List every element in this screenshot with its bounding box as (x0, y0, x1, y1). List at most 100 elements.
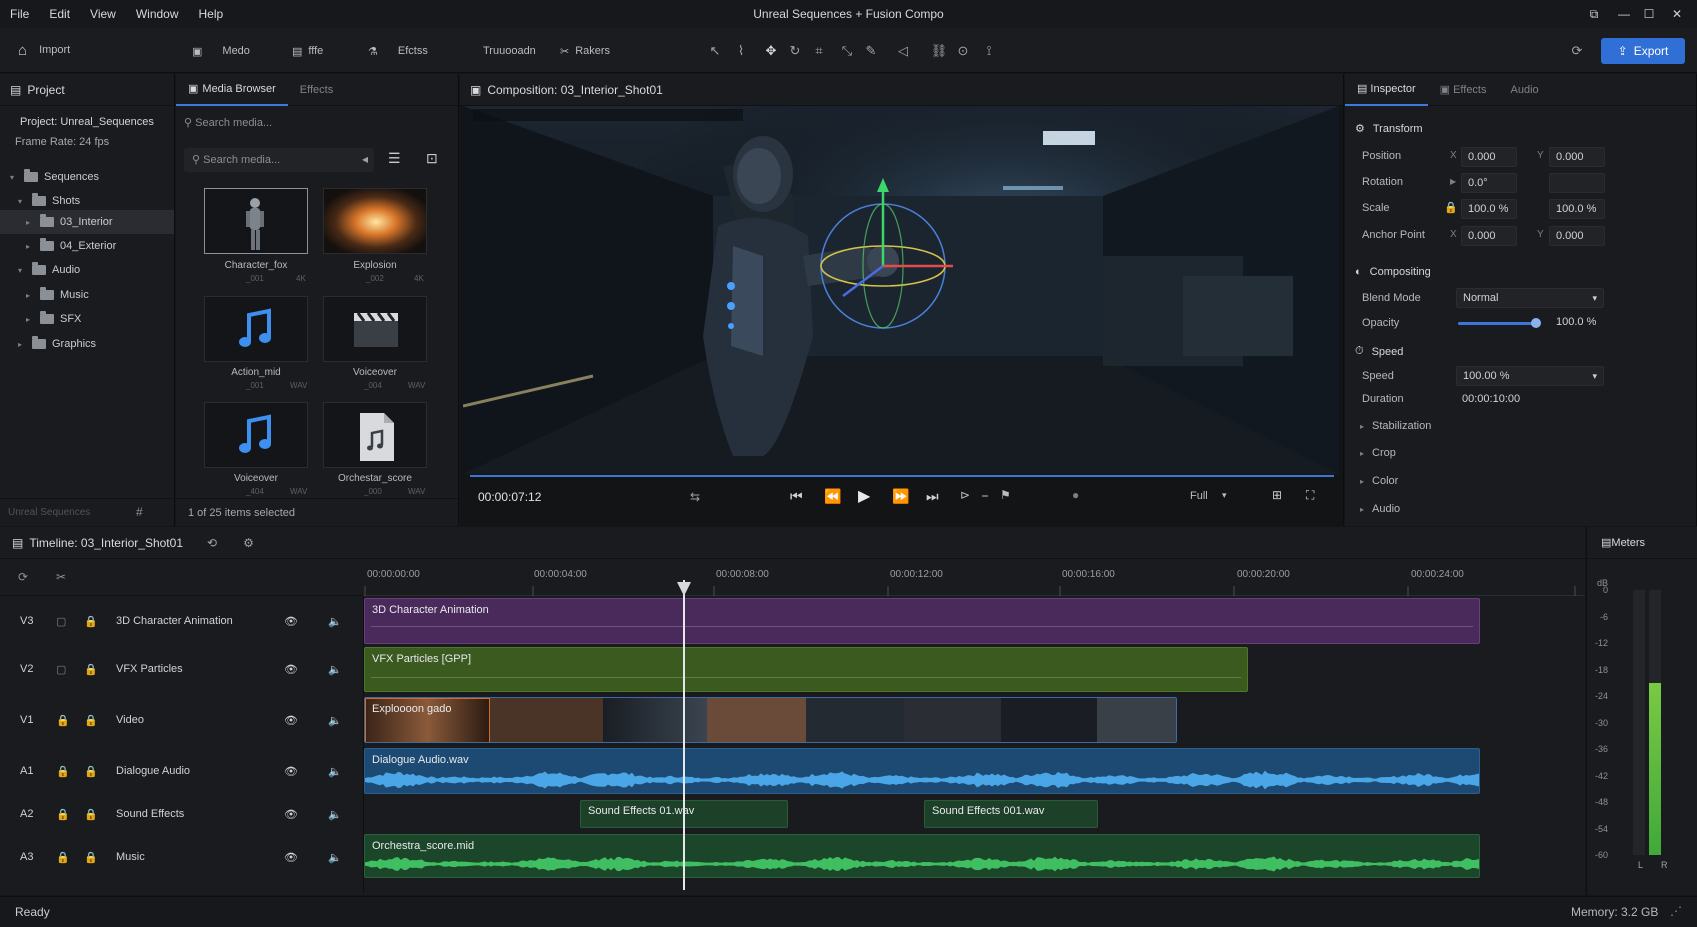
scale-y-field[interactable]: 100.0 % (1549, 199, 1605, 219)
speed-select[interactable]: 100.00 % ▾ (1456, 366, 1604, 386)
list-view-icon[interactable]: ☰ (388, 150, 401, 167)
transform-tool-button[interactable]: Truuooadn (483, 40, 536, 62)
speaker-icon[interactable]: 🔈 (328, 663, 342, 676)
play-icon[interactable]: ▶ (858, 486, 870, 506)
media-thumb-voiceover-2[interactable] (204, 402, 308, 468)
compositing-section[interactable]: ◐ Compositing (1355, 266, 1431, 278)
link-tool-icon[interactable]: ⛓ (930, 42, 948, 60)
skip-forward-icon[interactable]: ⏭ (926, 488, 939, 505)
opacity-field[interactable]: 100.0 % (1550, 313, 1606, 333)
tab-inspector-effects[interactable]: ▣ Effects (1428, 74, 1499, 106)
filter-icon[interactable]: ◂ (362, 152, 368, 166)
tree-item-03-interior[interactable]: ▸ 03_Interior (26, 211, 113, 233)
tree-item-04-exterior[interactable]: ▸ 04_Exterior (26, 235, 116, 257)
menu-window[interactable]: Window (126, 7, 189, 21)
track-toggle-icon[interactable]: ▢ (56, 615, 84, 628)
fast-forward-icon[interactable]: ⏩ (892, 488, 909, 505)
maximize-button[interactable]: ☐ (1638, 4, 1660, 24)
tree-item-sequences[interactable]: ▾ Sequences (10, 166, 99, 188)
markers-tool-button[interactable]: ✂ Rakers (560, 40, 610, 62)
position-x-field[interactable]: 0.000 (1461, 147, 1517, 167)
sync-icon[interactable]: ⟲ (207, 536, 217, 550)
lock-icon[interactable]: 🔒 (84, 808, 116, 821)
pen-tool-icon[interactable]: ✎ (862, 42, 880, 60)
media-thumb-explosion[interactable] (323, 188, 427, 254)
anchor-x-field[interactable]: 0.000 (1461, 226, 1517, 246)
color-section[interactable]: ▸ Color (1360, 475, 1398, 487)
menu-help[interactable]: Help (189, 7, 234, 21)
select-tool-icon[interactable]: ↖ (706, 42, 724, 60)
tree-item-shots[interactable]: ▾ Shots (18, 190, 80, 212)
render-icon[interactable]: ⟳ (1568, 42, 1586, 60)
lock-icon[interactable]: 🔒 (56, 714, 84, 727)
close-button[interactable]: ✕ (1666, 4, 1688, 24)
mark-out-icon[interactable]: ⎯ (982, 488, 988, 503)
marker-icon[interactable]: ⚑ (1000, 488, 1011, 502)
snap-tool-icon[interactable]: ⟳ (18, 570, 28, 584)
opacity-slider[interactable] (1458, 318, 1541, 328)
speaker-icon[interactable]: 🔈 (328, 615, 342, 628)
position-y-field[interactable]: 0.000 (1549, 147, 1605, 167)
playhead-handle-icon[interactable] (677, 582, 691, 596)
hash-icon[interactable]: # (136, 505, 143, 519)
safe-area-icon[interactable]: ⊞ (1272, 488, 1282, 502)
menu-edit[interactable]: Edit (39, 7, 80, 21)
loop-icon[interactable]: ⇆ (690, 490, 700, 504)
scale-tool-icon[interactable]: ⤡ (838, 42, 856, 60)
search-input-top[interactable]: ⚲ Search media... (184, 116, 450, 136)
opacity-slider-handle[interactable] (1530, 318, 1541, 328)
tree-item-graphics[interactable]: ▸ Graphics (18, 333, 96, 355)
speaker-icon[interactable]: 🔈 (328, 851, 342, 864)
export-button[interactable]: ⇪ Export (1601, 38, 1685, 64)
track-toggle-icon[interactable]: ▢ (56, 663, 84, 676)
eye-icon[interactable]: 👁 (284, 714, 328, 727)
minimize-button[interactable]: — (1613, 4, 1635, 24)
menu-file[interactable]: File (0, 7, 39, 21)
media-thumb-action-mid[interactable] (204, 296, 308, 362)
tab-inspector[interactable]: ▤ Inspector (1345, 74, 1428, 106)
speaker-icon[interactable]: 🔈 (328, 714, 342, 727)
lock-icon[interactable]: 🔒 (84, 663, 116, 676)
media-thumb-voiceover[interactable] (323, 296, 427, 362)
mask-tool-icon[interactable]: ◁ (894, 42, 912, 60)
snap-icon[interactable]: ⧉ (1583, 4, 1605, 24)
anchor-y-field[interactable]: 0.000 (1549, 226, 1605, 246)
media-thumb-character[interactable] (204, 188, 308, 254)
tab-media-browser[interactable]: ▣ Media Browser (176, 74, 288, 106)
tree-item-audio[interactable]: ▾ Audio (18, 259, 80, 281)
speaker-icon[interactable]: 🔈 (328, 765, 342, 778)
lock-icon[interactable]: 🔒 (56, 808, 84, 821)
tab-effects[interactable]: Effects (288, 74, 345, 106)
eye-icon[interactable]: 👁 (284, 615, 328, 628)
viewer-scrubber[interactable] (470, 475, 1334, 477)
clip-video[interactable]: Exploooon gado (364, 697, 1177, 743)
effects-tool-button[interactable]: ⚗ Efctss (368, 40, 428, 62)
clip-dialogue-audio[interactable]: Dialogue Audio.wav (364, 748, 1480, 794)
media-thumb-orchestra[interactable] (323, 402, 427, 468)
eye-icon[interactable]: 👁 (284, 808, 328, 821)
settings-icon[interactable]: ⚙ (243, 536, 254, 550)
lock-icon[interactable]: 🔒 (56, 765, 84, 778)
rotate-tool-icon[interactable]: ↻ (786, 42, 804, 60)
rotation-field[interactable]: 0.0° (1461, 173, 1517, 193)
clip-3d-character[interactable]: 3D Character Animation (364, 598, 1480, 644)
keyframe-icon[interactable]: ▶ (1450, 177, 1456, 186)
move-tool-icon[interactable]: ✥ (762, 42, 780, 60)
eye-icon[interactable]: 👁 (284, 765, 328, 778)
tab-audio[interactable]: Audio (1499, 74, 1551, 106)
audio-scrub-icon[interactable]: ● (1072, 488, 1079, 502)
transform-section[interactable]: ⚙ Transform (1355, 122, 1423, 136)
clip-music[interactable]: Orchestra_score.mid (364, 834, 1480, 878)
rewind-icon[interactable]: ⏪ (824, 488, 841, 505)
hand-tool-icon[interactable]: ⌇ (732, 42, 750, 60)
grid-view-icon[interactable]: ⊡ (426, 150, 438, 167)
viewer-canvas[interactable] (463, 106, 1339, 474)
tree-item-music[interactable]: ▸ Music (26, 284, 89, 306)
ripple-tool-icon[interactable]: ⟟ (980, 42, 998, 60)
lock-icon[interactable]: 🔒 (1444, 201, 1458, 214)
audio-section[interactable]: ▸ Audio (1360, 503, 1400, 515)
tree-item-sfx[interactable]: ▸ SFX (26, 308, 81, 330)
rotation-field-2[interactable] (1549, 173, 1605, 193)
duration-value[interactable]: 00:00:10:00 (1462, 393, 1520, 405)
lock-icon[interactable]: 🔒 (84, 851, 116, 864)
